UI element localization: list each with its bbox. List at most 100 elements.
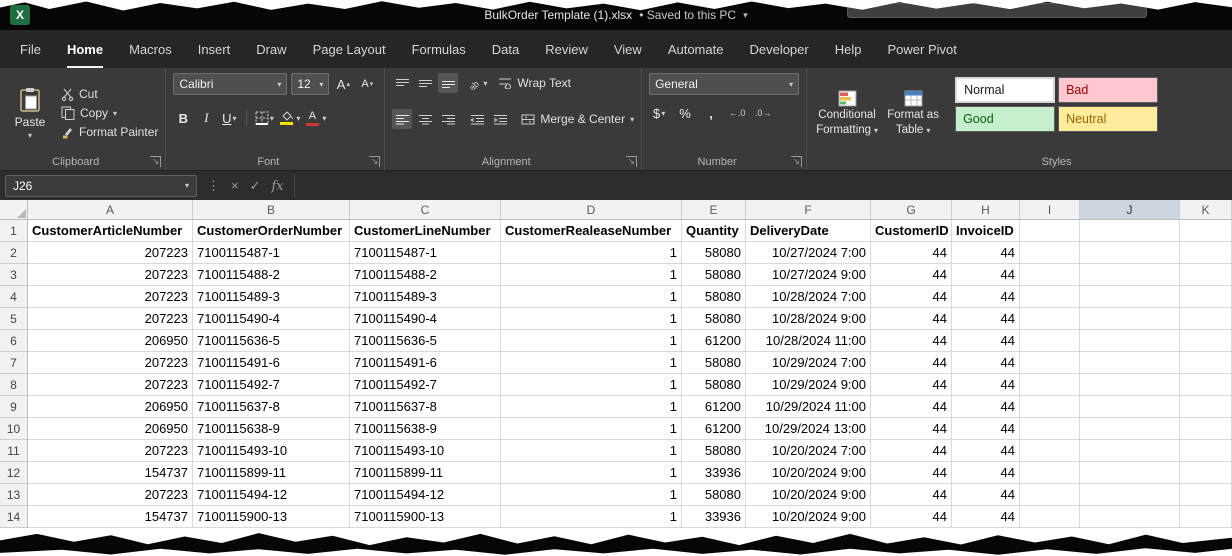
cell-B4[interactable]: 7100115489-3 [193,286,350,308]
cell-A2[interactable]: 207223 [28,242,193,264]
row-header-14[interactable]: 14 [0,506,28,528]
row-header-8[interactable]: 8 [0,374,28,396]
cell-B11[interactable]: 7100115493-10 [193,440,350,462]
wrap-text-button[interactable]: Wrap Text [498,76,571,90]
cell-H2[interactable]: 44 [952,242,1020,264]
cell-F1[interactable]: DeliveryDate [746,220,871,242]
cell-H8[interactable]: 44 [952,374,1020,396]
cell-I1[interactable] [1020,220,1080,242]
cell-A14[interactable]: 154737 [28,506,193,528]
cell-H12[interactable]: 44 [952,462,1020,484]
cell-J1[interactable] [1080,220,1180,242]
orientation-button[interactable]: ab ▾ [467,73,487,93]
menu-tab-file[interactable]: File [20,30,41,68]
menu-tab-power-pivot[interactable]: Power Pivot [887,30,956,68]
cell-E9[interactable]: 61200 [682,396,746,418]
cell-G5[interactable]: 44 [871,308,952,330]
menu-tab-macros[interactable]: Macros [129,30,172,68]
cell-E5[interactable]: 58080 [682,308,746,330]
cell-H4[interactable]: 44 [952,286,1020,308]
cell-A3[interactable]: 207223 [28,264,193,286]
excel-app-icon[interactable]: X [10,5,30,25]
cell-J4[interactable] [1080,286,1180,308]
decrease-indent-button[interactable] [467,109,487,129]
cell-I10[interactable] [1020,418,1080,440]
row-header-2[interactable]: 2 [0,242,28,264]
cell-I9[interactable] [1020,396,1080,418]
cell-A8[interactable]: 207223 [28,374,193,396]
cell-B9[interactable]: 7100115637-8 [193,396,350,418]
menu-tab-review[interactable]: Review [545,30,588,68]
decrease-font-size-button[interactable]: A▾ [357,74,377,94]
decrease-decimal-button[interactable]: .0→ [753,103,773,123]
cell-I5[interactable] [1020,308,1080,330]
font-size-select[interactable]: 12 ▾ [291,73,329,95]
format-as-table-button[interactable]: Format as Table▾ [880,73,946,153]
column-header-C[interactable]: C [350,200,501,220]
row-header-9[interactable]: 9 [0,396,28,418]
cell-C7[interactable]: 7100115491-6 [350,352,501,374]
cell-A12[interactable]: 154737 [28,462,193,484]
style-chip-bad[interactable]: Bad [1058,77,1158,103]
paste-button[interactable]: Paste ▾ [7,87,53,140]
cell-B6[interactable]: 7100115636-5 [193,330,350,352]
cell-I8[interactable] [1020,374,1080,396]
cell-I6[interactable] [1020,330,1080,352]
column-header-K[interactable]: K [1180,200,1232,220]
cell-F11[interactable]: 10/20/2024 7:00 [746,440,871,462]
menu-tab-home[interactable]: Home [67,30,103,68]
cell-E3[interactable]: 58080 [682,264,746,286]
cell-A11[interactable]: 207223 [28,440,193,462]
fill-color-button[interactable]: ▾ [277,108,300,128]
menu-tab-page-layout[interactable]: Page Layout [313,30,386,68]
cell-K6[interactable] [1180,330,1232,352]
bold-button[interactable]: B [173,108,193,128]
row-header-10[interactable]: 10 [0,418,28,440]
cell-J10[interactable] [1080,418,1180,440]
cell-C3[interactable]: 7100115488-2 [350,264,501,286]
cell-H1[interactable]: InvoiceID [952,220,1020,242]
column-header-B[interactable]: B [193,200,350,220]
cell-B10[interactable]: 7100115638-9 [193,418,350,440]
merge-center-button[interactable]: Merge & Center ▾ [521,112,634,126]
underline-button[interactable]: U▾ [219,108,239,128]
cell-C8[interactable]: 7100115492-7 [350,374,501,396]
cell-F14[interactable]: 10/20/2024 9:00 [746,506,871,528]
cell-C1[interactable]: CustomerLineNumber [350,220,501,242]
cell-K10[interactable] [1180,418,1232,440]
name-box[interactable]: J26 ▾ [5,175,197,197]
cell-H6[interactable]: 44 [952,330,1020,352]
cell-A9[interactable]: 206950 [28,396,193,418]
cell-E8[interactable]: 58080 [682,374,746,396]
align-left-button[interactable] [392,109,412,129]
cell-K13[interactable] [1180,484,1232,506]
cell-E14[interactable]: 33936 [682,506,746,528]
cell-B14[interactable]: 7100115900-13 [193,506,350,528]
cell-H3[interactable]: 44 [952,264,1020,286]
format-painter-button[interactable]: Format Painter [61,125,158,139]
cell-E13[interactable]: 58080 [682,484,746,506]
cell-H7[interactable]: 44 [952,352,1020,374]
cell-A7[interactable]: 207223 [28,352,193,374]
formula-input[interactable] [294,175,1232,197]
increase-indent-button[interactable] [490,109,510,129]
alignment-dialog-launcher-icon[interactable]: ↘ [626,156,638,167]
cell-F7[interactable]: 10/29/2024 7:00 [746,352,871,374]
align-middle-button[interactable] [415,73,435,93]
column-header-A[interactable]: A [28,200,193,220]
cell-A10[interactable]: 206950 [28,418,193,440]
cell-G3[interactable]: 44 [871,264,952,286]
menu-tab-draw[interactable]: Draw [256,30,286,68]
cell-I4[interactable] [1020,286,1080,308]
column-header-J[interactable]: J [1080,200,1180,220]
column-header-E[interactable]: E [682,200,746,220]
cell-B1[interactable]: CustomerOrderNumber [193,220,350,242]
style-chip-normal[interactable]: Normal [955,77,1055,103]
percent-style-button[interactable]: % [675,103,695,123]
menu-tab-formulas[interactable]: Formulas [412,30,466,68]
cell-B7[interactable]: 7100115491-6 [193,352,350,374]
cell-F4[interactable]: 10/28/2024 7:00 [746,286,871,308]
style-chip-good[interactable]: Good [955,106,1055,132]
cell-F3[interactable]: 10/27/2024 9:00 [746,264,871,286]
number-format-select[interactable]: General ▾ [649,73,799,95]
